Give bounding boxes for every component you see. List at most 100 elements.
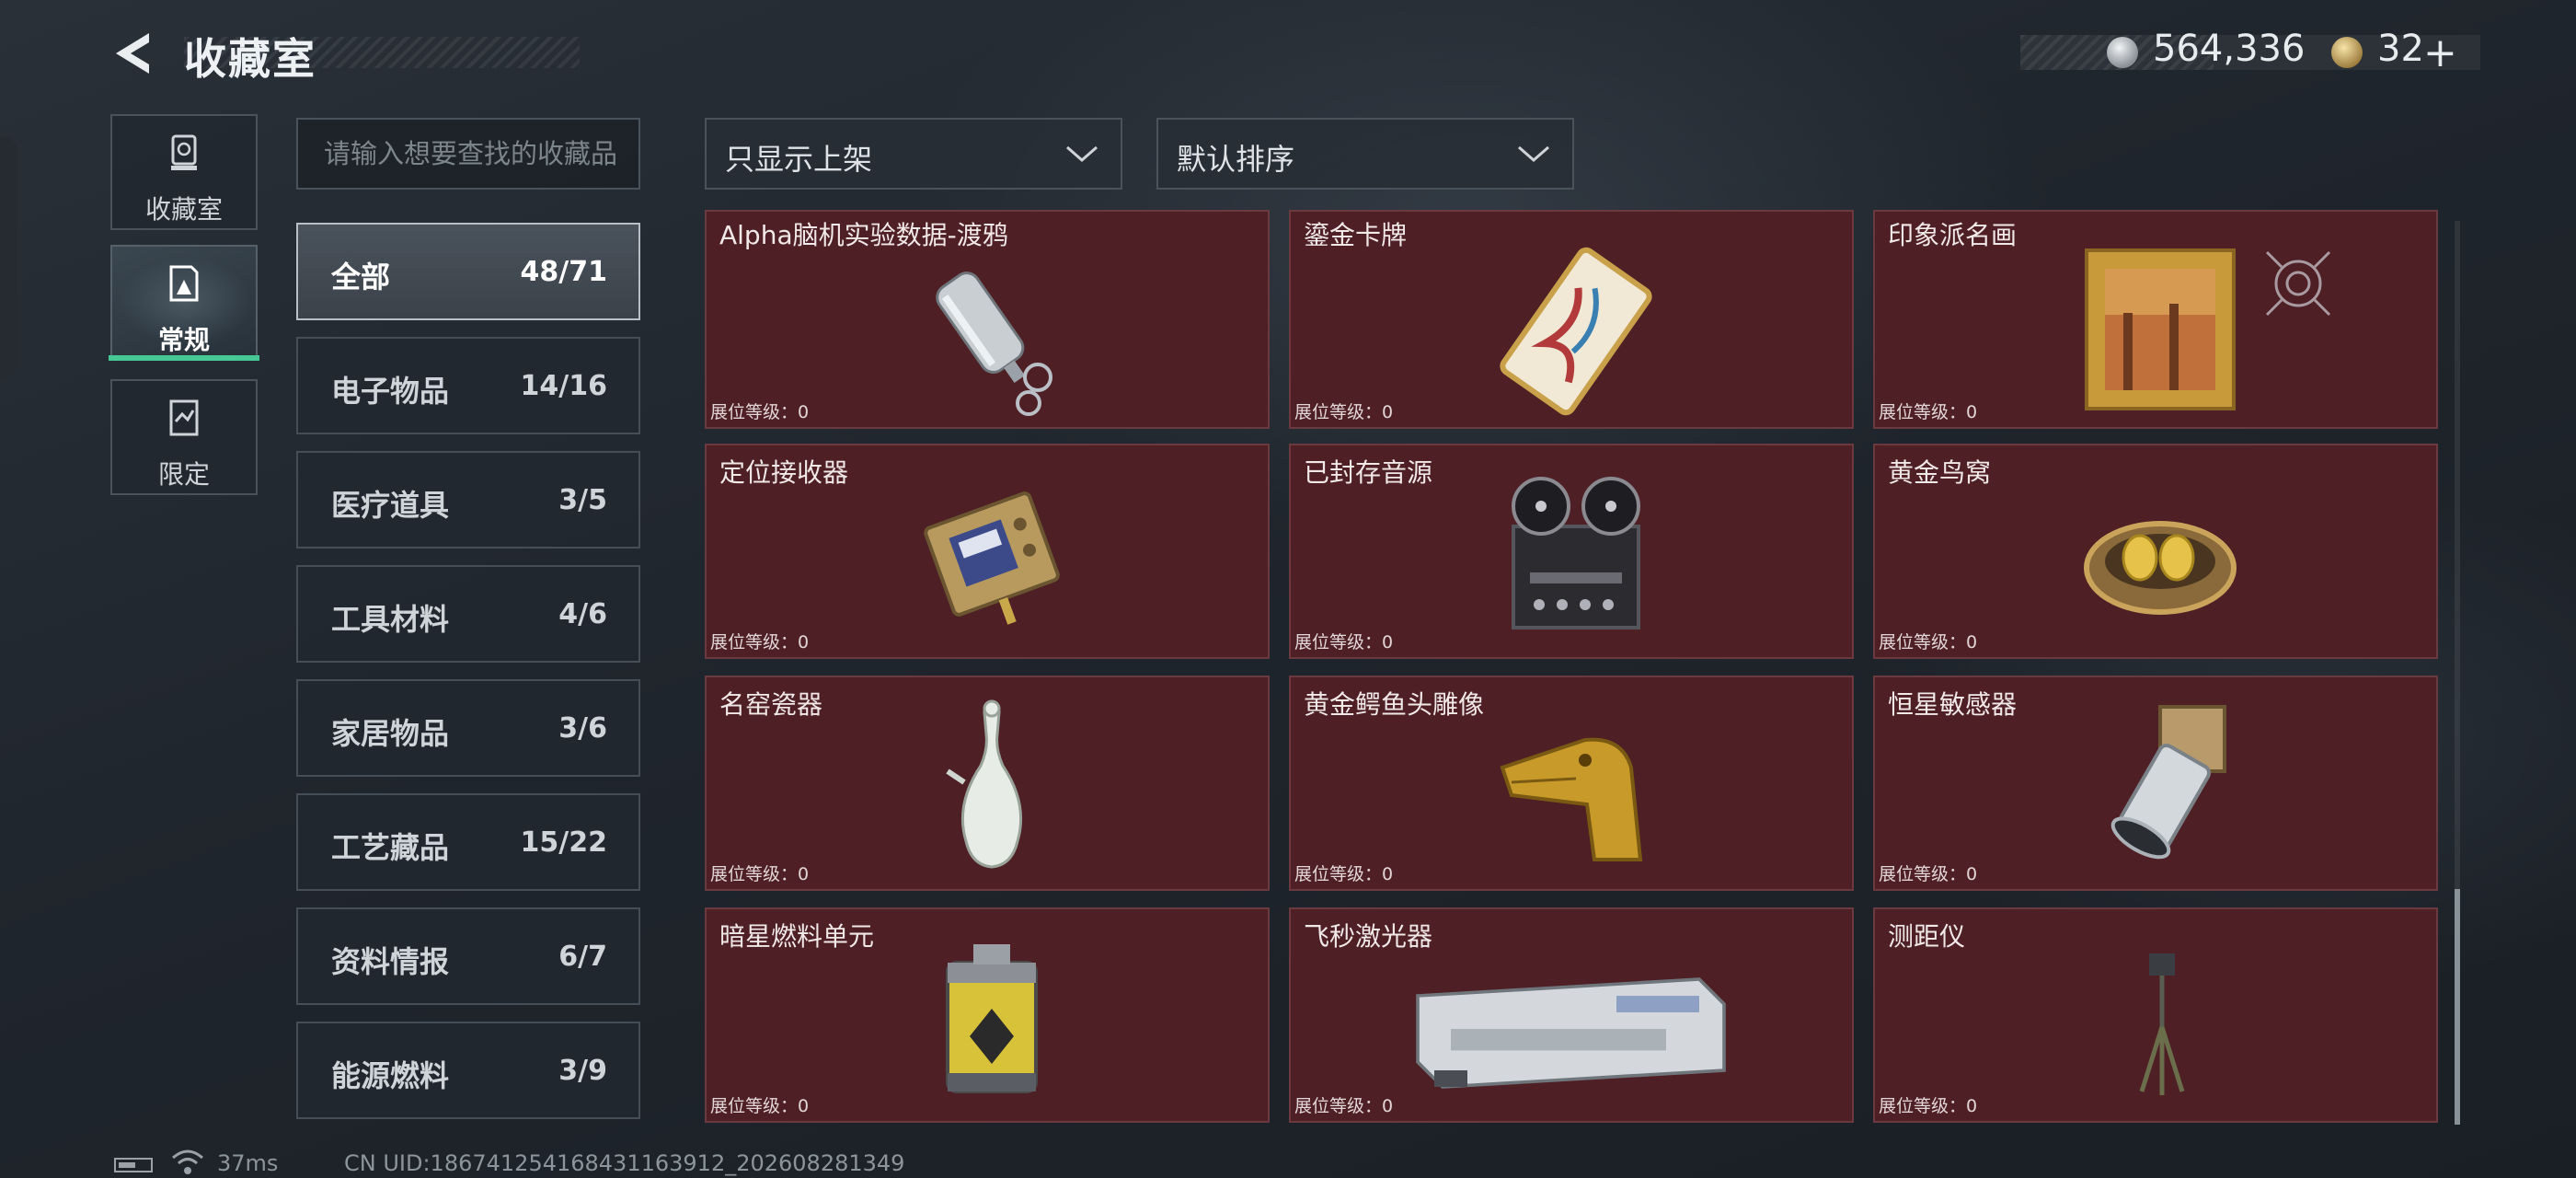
display-filter-dropdown[interactable]: 只显示上架 xyxy=(705,118,1122,190)
item-level: 展位等级：0 xyxy=(1879,632,1978,653)
item-level: 展位等级：0 xyxy=(710,402,810,422)
item-card[interactable]: 暗星燃料单元 展位等级：0 xyxy=(705,907,1270,1123)
sort-order-dropdown[interactable]: 默认排序 xyxy=(1156,118,1574,190)
item-level: 展位等级：0 xyxy=(710,1096,810,1116)
category-count: 3/5 xyxy=(558,484,607,516)
back-arrow-icon xyxy=(116,33,149,74)
item-level: 展位等级：0 xyxy=(1879,402,1978,422)
item-card[interactable]: 黄金鳄鱼头雕像 展位等级：0 xyxy=(1289,676,1854,891)
category-intel[interactable]: 资料情报 6/7 xyxy=(296,907,640,1005)
item-card[interactable]: 黄金鸟窝 展位等级：0 xyxy=(1873,444,2438,659)
item-card[interactable]: 已封存音源 展位等级：0 xyxy=(1289,444,1854,659)
item-name: 暗星燃料单元 xyxy=(719,921,875,952)
chevron-down-icon xyxy=(1066,145,1098,162)
item-name: 恒星敏感器 xyxy=(1888,689,2018,720)
nav-regular-label: 常规 xyxy=(157,325,210,355)
gilded-card-icon xyxy=(1500,247,1652,416)
category-count: 15/22 xyxy=(520,826,607,859)
category-name: 工具材料 xyxy=(331,602,450,637)
category-name: 电子物品 xyxy=(331,374,450,409)
item-level: 展位等级：0 xyxy=(710,632,810,653)
item-name: 黄金鳄鱼头雕像 xyxy=(1304,689,1485,720)
battery-icon xyxy=(114,1158,153,1172)
golden-nest-icon xyxy=(2084,521,2237,615)
category-household[interactable]: 家居物品 3/6 xyxy=(296,679,640,777)
item-card[interactable]: 测距仪 展位等级：0 xyxy=(1873,907,2438,1123)
category-medical[interactable]: 医疗道具 3/5 xyxy=(296,451,640,549)
item-card[interactable]: 飞秒激光器 展位等级：0 xyxy=(1289,907,1854,1123)
gold-coin-icon xyxy=(2331,37,2363,68)
category-count: 48/71 xyxy=(520,256,607,288)
category-name: 医疗道具 xyxy=(331,488,450,523)
add-currency-button[interactable]: + xyxy=(2423,29,2457,76)
category-count: 3/9 xyxy=(558,1055,607,1087)
nav-collection-room[interactable]: 收藏室 xyxy=(110,114,258,230)
trophy-icon xyxy=(171,134,197,170)
rangefinder-tripod-icon xyxy=(2139,953,2185,1095)
item-level: 展位等级：0 xyxy=(1294,864,1394,884)
category-name: 全部 xyxy=(331,260,391,294)
category-name: 工艺藏品 xyxy=(331,830,450,865)
item-level: 展位等级：0 xyxy=(710,864,810,884)
display-target-icon xyxy=(2265,250,2331,317)
item-card[interactable]: Alpha脑机实验数据-渡鸦 展位等级：0 xyxy=(705,210,1270,429)
category-crafts[interactable]: 工艺藏品 15/22 xyxy=(296,793,640,891)
item-name: 名窑瓷器 xyxy=(719,689,823,720)
nav-regular[interactable]: 常规 xyxy=(110,245,258,361)
gold-crocodile-head-icon xyxy=(1500,737,1643,861)
category-name: 家居物品 xyxy=(331,716,450,751)
locator-receiver-icon xyxy=(924,491,1060,625)
category-name: 资料情报 xyxy=(331,944,450,979)
item-name: 鎏金卡牌 xyxy=(1304,220,1408,250)
item-card[interactable]: 名窑瓷器 展位等级：0 xyxy=(705,676,1270,891)
category-energy[interactable]: 能源燃料 3/9 xyxy=(296,1022,640,1119)
item-card[interactable]: 鎏金卡牌 展位等级：0 xyxy=(1289,210,1854,429)
item-name: 印象派名画 xyxy=(1888,220,2018,250)
porcelain-vase-icon xyxy=(946,699,1023,869)
item-level: 展位等级：0 xyxy=(1294,632,1394,653)
wifi-icon xyxy=(172,1149,203,1174)
laser-device-icon xyxy=(1416,977,1726,1089)
page-title: 收藏室 xyxy=(184,34,316,84)
nav-limited[interactable]: 限定 xyxy=(110,379,258,495)
item-card[interactable]: 恒星敏感器 展位等级：0 xyxy=(1873,676,2438,891)
silver-coin-icon xyxy=(2107,37,2138,68)
user-uid: CN UID:1867412541684311639​12_2026082813… xyxy=(344,1150,905,1176)
item-level: 展位等级：0 xyxy=(1879,1096,1978,1116)
scrollbar-thumb[interactable] xyxy=(2455,889,2460,1125)
framed-painting-icon xyxy=(2085,248,2236,410)
active-nav-indicator xyxy=(109,355,259,361)
display-filter-value: 只显示上架 xyxy=(725,142,873,177)
category-all[interactable]: 全部 48/71 xyxy=(296,223,640,320)
nav-collection-room-label: 收藏室 xyxy=(144,194,223,225)
screen-edge xyxy=(0,138,17,377)
back-button[interactable] xyxy=(109,28,160,79)
fuel-cell-icon xyxy=(946,944,1038,1093)
item-name: 测距仪 xyxy=(1888,921,1966,952)
network-latency: 37ms xyxy=(217,1150,279,1176)
star-sensor-icon xyxy=(2110,705,2226,860)
sort-order-value: 默认排序 xyxy=(1177,142,1295,177)
usb-keychain-icon xyxy=(936,271,1052,416)
limited-collection-icon xyxy=(169,399,199,436)
category-count: 3/6 xyxy=(558,712,607,745)
category-tools[interactable]: 工具材料 4/6 xyxy=(296,565,640,663)
category-count: 4/6 xyxy=(558,598,607,630)
item-card[interactable]: 印象派名画 展位等级：0 xyxy=(1873,210,2438,429)
reel-recorder-icon xyxy=(1512,477,1640,629)
item-name: 已封存音源 xyxy=(1304,457,1433,488)
category-name: 能源燃料 xyxy=(331,1058,450,1093)
item-level: 展位等级：0 xyxy=(1294,402,1394,422)
item-name: 定位接收器 xyxy=(719,457,849,488)
search-input[interactable] xyxy=(296,118,640,190)
category-count: 14/16 xyxy=(520,370,607,402)
item-level: 展位等级：0 xyxy=(1294,1096,1394,1116)
nav-limited-label: 限定 xyxy=(157,459,210,490)
coin-balance: 564,336 xyxy=(2153,28,2306,70)
category-electronics[interactable]: 电子物品 14/16 xyxy=(296,337,640,434)
item-card[interactable]: 定位接收器 展位等级：0 xyxy=(705,444,1270,659)
item-name: 黄金鸟窝 xyxy=(1888,457,1992,488)
chevron-down-icon xyxy=(1518,145,1549,162)
regular-collection-icon xyxy=(169,265,199,302)
item-level: 展位等级：0 xyxy=(1879,864,1978,884)
